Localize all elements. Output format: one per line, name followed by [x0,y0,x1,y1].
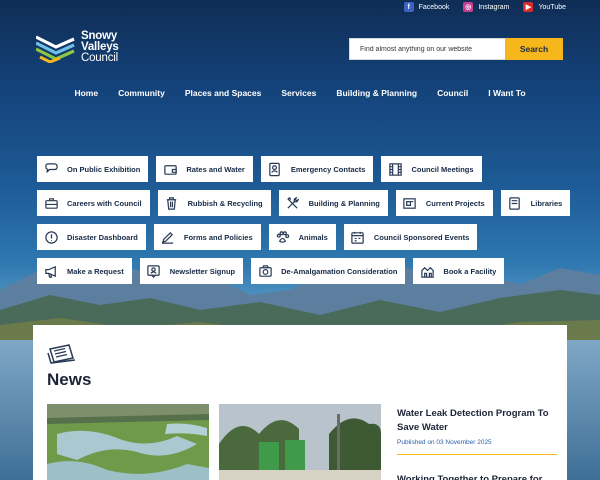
nav-services[interactable]: Services [271,88,326,98]
quick-link-label: Emergency Contacts [290,164,366,174]
news-section: News Water Leak Detection Program To Sav… [33,325,567,480]
quick-link-label: Council Sponsored Events [373,232,470,242]
nav-places-and-spaces[interactable]: Places and Spaces [175,88,272,98]
quick-link-rubbish-recycling[interactable]: Rubbish & Recycling [157,190,271,216]
facebook-link[interactable]: f Facebook [403,2,450,12]
quick-link-sponsored-events[interactable]: Council Sponsored Events [343,224,478,250]
blueprint-icon [402,195,418,211]
quick-link-label: Forms and Policies [183,232,253,242]
news-image-flood[interactable] [47,404,209,480]
news-article-1-title[interactable]: Water Leak Detection Program To Save Wat… [397,407,557,435]
quick-link-current-projects[interactable]: Current Projects [395,190,493,216]
contact-card-icon [267,161,283,177]
quick-link-building-planning[interactable]: Building & Planning [278,190,388,216]
quick-link-label: Book a Facility [443,266,497,276]
book-icon [507,195,523,211]
quick-link-make-request[interactable]: Make a Request [37,258,132,284]
quick-link-label: On Public Exhibition [67,164,141,174]
quick-link-label: Current Projects [425,198,485,208]
social-links: f Facebook ◎ Instagram ▶ YouTube [403,0,566,14]
instagram-icon: ◎ [463,2,474,12]
quick-link-label: Make a Request [67,266,124,276]
quick-link-label: Council Meetings [411,164,474,174]
quick-links-row-3: Disaster Dashboard Forms and Policies An… [37,224,567,250]
alert-circle-icon [43,229,59,245]
nav-council[interactable]: Council [427,88,478,98]
quick-link-emergency-contacts[interactable]: Emergency Contacts [260,156,374,182]
nav-community[interactable]: Community [108,88,175,98]
quick-link-careers[interactable]: Careers with Council [37,190,150,216]
logo-wordmark: Snowy Valleys Council [81,30,119,64]
newsletter-icon [146,263,162,279]
search-input[interactable] [349,38,505,60]
instagram-link[interactable]: ◎ Instagram [463,2,509,12]
newspaper-icon [47,344,76,364]
site-search: Search [349,38,563,60]
youtube-link[interactable]: ▶ YouTube [523,2,566,12]
article-divider [397,454,557,455]
quick-link-de-amalgamation[interactable]: De-Amalgamation Consideration [251,258,406,284]
instagram-label: Instagram [478,3,510,11]
nav-building-planning[interactable]: Building & Planning [326,88,427,98]
quick-links-row-4: Make a Request Newsletter Signup De-Amal… [37,258,567,284]
news-heading: News [47,370,92,389]
main-navigation: Home Community Places and Spaces Service… [0,88,600,98]
nav-i-want-to[interactable]: I Want To [478,88,535,98]
camera-icon [257,263,273,279]
quick-links-row-2: Careers with Council Rubbish & Recycling… [37,190,571,216]
quick-link-label: Animals [298,232,328,242]
calendar-icon [350,229,366,245]
quick-link-label: Disaster Dashboard [67,232,138,242]
quick-link-label: Careers with Council [67,198,142,208]
briefcase-icon [43,195,59,211]
news-image-water-tanks[interactable] [219,404,381,480]
quick-link-label: Newsletter Signup [169,266,236,276]
quick-link-newsletter[interactable]: Newsletter Signup [139,258,244,284]
facility-icon [419,263,435,279]
quick-link-libraries[interactable]: Libraries [500,190,571,216]
news-article-2-title[interactable]: Working Together to Prepare for [397,474,557,480]
quick-link-book-facility[interactable]: Book a Facility [413,258,505,284]
speech-bubble-icon [43,161,59,177]
quick-link-label: De-Amalgamation Consideration [281,266,398,276]
logo-line-3: Council [81,52,118,64]
film-icon [387,161,403,177]
megaphone-icon [43,263,59,279]
news-article-1[interactable]: Water Leak Detection Program To Save Wat… [397,407,557,455]
quick-links: On Public Exhibition Rates and Water Eme… [37,156,571,292]
quick-link-disaster-dashboard[interactable]: Disaster Dashboard [37,224,146,250]
youtube-icon: ▶ [523,2,534,12]
quick-link-public-exhibition[interactable]: On Public Exhibition [37,156,149,182]
wallet-icon [162,161,178,177]
quick-link-label: Building & Planning [308,198,380,208]
nav-home[interactable]: Home [64,88,108,98]
quick-link-rates-water[interactable]: Rates and Water [156,156,253,182]
facebook-label: Facebook [418,3,450,11]
quick-link-label: Libraries [530,198,563,208]
logo-stripes-icon [36,35,75,63]
paw-icon [275,229,291,245]
search-button[interactable]: Search [505,38,563,60]
bin-icon [164,195,180,211]
quick-link-label: Rates and Water [186,164,245,174]
pen-icon [160,229,176,245]
quick-link-council-meetings[interactable]: Council Meetings [381,156,482,182]
council-logo[interactable]: Snowy Valleys Council [36,30,119,64]
quick-link-label: Rubbish & Recycling [187,198,263,208]
tools-icon [285,195,301,211]
news-article-1-date: Published on 03 November 2025 [397,439,492,446]
quick-link-animals[interactable]: Animals [268,224,336,250]
quick-link-forms-policies[interactable]: Forms and Policies [153,224,261,250]
quick-links-row-1: On Public Exhibition Rates and Water Eme… [37,156,567,182]
youtube-label: YouTube [538,3,566,11]
facebook-icon: f [403,2,414,12]
